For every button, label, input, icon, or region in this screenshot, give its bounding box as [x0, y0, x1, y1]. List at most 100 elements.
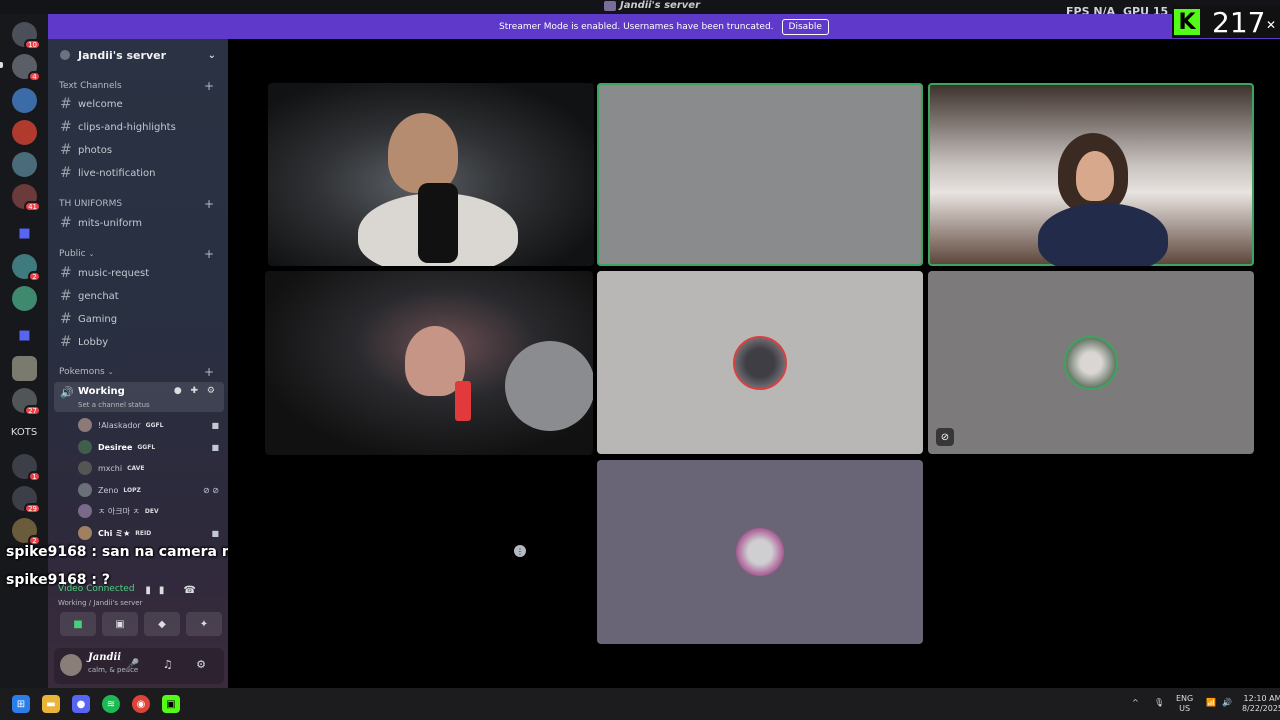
voice-member[interactable]: Zeno LOPZ ⊘ ⊘ [78, 481, 223, 499]
avatar [78, 418, 92, 432]
kick-logo-icon: K [1174, 9, 1200, 35]
channel-lobby[interactable]: # Lobby [60, 332, 220, 352]
channel-photos[interactable]: # photos [60, 140, 220, 160]
voice-member[interactable]: mxchi CAVE [78, 459, 223, 477]
network-icon[interactable]: 📶 [1206, 698, 1216, 708]
microphone-icon[interactable]: 🎙 [1154, 698, 1164, 708]
chevron-down-icon[interactable]: ⌄ [208, 50, 216, 61]
category-th-uniforms[interactable]: TH UNIFORMS + [59, 197, 214, 211]
more-options-icon[interactable]: ⋮ [514, 545, 526, 557]
microphone [418, 183, 458, 263]
category-text-channels[interactable]: Text Channels + [59, 79, 214, 93]
hash-icon: # [60, 288, 72, 304]
video-tile[interactable] [268, 83, 594, 266]
windows-start-icon[interactable]: ⊞ [12, 695, 30, 713]
close-banner-icon[interactable]: ✕ [1266, 18, 1276, 32]
avatar [736, 528, 784, 576]
video-tile[interactable] [597, 271, 923, 454]
server-icon[interactable]: 29 [12, 486, 41, 514]
channel-music-request[interactable]: # music-request [60, 263, 220, 283]
server-icon[interactable]: 1 [12, 454, 41, 482]
avatar [78, 504, 92, 518]
server-icon[interactable]: 2 [12, 254, 41, 282]
avatar [78, 526, 92, 540]
clock[interactable]: 12:10 AM 8/22/2025 [1242, 694, 1280, 714]
user-controls[interactable]: 🎤 ♫ ⚙ [126, 658, 216, 671]
chrome-icon[interactable]: ◉ [132, 695, 150, 713]
camera-off-icon: ⊘ [936, 428, 954, 446]
server-kots[interactable]: KOTS [10, 420, 38, 445]
channel-live-notification[interactable]: # live-notification [60, 163, 220, 183]
participant-video [1038, 203, 1168, 266]
voice-channel-working[interactable]: 🔊 Working Set a channel status ● ✚ ⚙ [54, 382, 224, 412]
video-tile[interactable] [597, 460, 923, 644]
discord-icon[interactable]: ● [72, 695, 90, 713]
server-icon[interactable] [12, 356, 37, 381]
server-icon[interactable]: 41 [12, 184, 41, 212]
avatar [733, 335, 787, 390]
activities-button[interactable]: ◆ [144, 612, 180, 636]
video-stage: ⊘ ⋮ [228, 39, 1280, 688]
avatar [78, 483, 92, 497]
hash-icon: # [60, 96, 72, 112]
file-explorer-icon[interactable]: ▬ [42, 695, 60, 713]
hash-icon: # [60, 165, 72, 181]
channel-genchat[interactable]: # genchat [60, 286, 220, 306]
add-channel-icon[interactable]: + [204, 197, 214, 211]
volume-icon[interactable]: 🔊 [1222, 698, 1232, 708]
add-channel-icon[interactable]: + [204, 365, 214, 379]
streamer-mode-banner: Streamer Mode is enabled. Usernames have… [48, 14, 1280, 39]
server-icon[interactable] [12, 152, 37, 177]
voice-channel-tools[interactable]: ● ✚ ⚙ [174, 386, 218, 396]
server-icon[interactable]: 4 [12, 54, 41, 82]
video-tile[interactable] [597, 83, 923, 266]
server-icon[interactable]: 27 [12, 388, 41, 416]
server-icon[interactable] [12, 88, 37, 113]
screen-share-button[interactable]: ▣ [102, 612, 138, 636]
tray-overflow-icon[interactable]: ^ [1132, 698, 1139, 708]
channel-status-prompt[interactable]: Set a channel status [78, 401, 150, 409]
channel-gaming[interactable]: # Gaming [60, 309, 220, 329]
hash-icon: # [60, 334, 72, 350]
avatar [1064, 335, 1118, 390]
camera-toggle-button[interactable]: ■ [60, 612, 96, 636]
disable-streamer-mode-button[interactable]: Disable [781, 18, 829, 35]
folder-icon[interactable]: ■ [12, 323, 37, 348]
add-channel-icon[interactable]: + [204, 79, 214, 93]
video-tile[interactable] [265, 271, 593, 455]
soundboard-button[interactable]: ✦ [186, 612, 222, 636]
kick-app-icon[interactable]: ▣ [162, 695, 180, 713]
video-tile[interactable]: ⊘ [928, 271, 1254, 454]
streamer-mode-message: Streamer Mode is enabled. Usernames have… [499, 21, 774, 32]
server-icon[interactable] [12, 120, 37, 145]
server-icon[interactable] [12, 286, 37, 311]
channel-mits-uniform[interactable]: # mits-uniform [60, 213, 220, 233]
muted-icon: ⊘ ⊘ [203, 485, 219, 495]
participant-video [1076, 151, 1114, 201]
server-header[interactable]: Jandii's server ⌄ [48, 39, 228, 71]
category-public[interactable]: Public ⌄ + [59, 247, 214, 261]
home-button[interactable]: 10 [12, 22, 41, 50]
hash-icon: # [60, 215, 72, 231]
add-channel-icon[interactable]: + [204, 247, 214, 261]
voice-member[interactable]: Chi ミ★ REID ■ [78, 524, 223, 542]
folder-icon[interactable]: ■ [12, 221, 37, 246]
spotify-icon[interactable]: ≋ [102, 695, 120, 713]
avatar [78, 440, 92, 454]
username: Jandii [88, 652, 122, 663]
channel-clips-and-highlights[interactable]: # clips-and-highlights [60, 117, 220, 137]
voice-connected-label[interactable]: Video Connected [58, 584, 135, 594]
hash-icon: # [60, 119, 72, 135]
user-panel[interactable]: Jandii calm, & peace 🎤 ♫ ⚙ [54, 648, 224, 684]
camera-icon: ■ [211, 442, 219, 452]
video-tile[interactable] [928, 83, 1254, 266]
category-pokemons[interactable]: Pokemons ⌄ + [59, 365, 214, 379]
voice-location[interactable]: Working / Jandii's server [58, 599, 142, 607]
server-icon[interactable]: 2 [12, 518, 41, 546]
voice-controls[interactable]: ▮▮ ☎ [145, 585, 204, 596]
channel-welcome[interactable]: # welcome [60, 94, 220, 114]
language-indicator[interactable]: ENG US [1176, 694, 1193, 714]
voice-member[interactable]: !Alaskador GGFL ■ [78, 416, 223, 434]
voice-member[interactable]: Desiree GGFL ■ [78, 438, 223, 456]
voice-member[interactable]: ㅈ 아크마 ㅈ DEV [78, 502, 223, 520]
